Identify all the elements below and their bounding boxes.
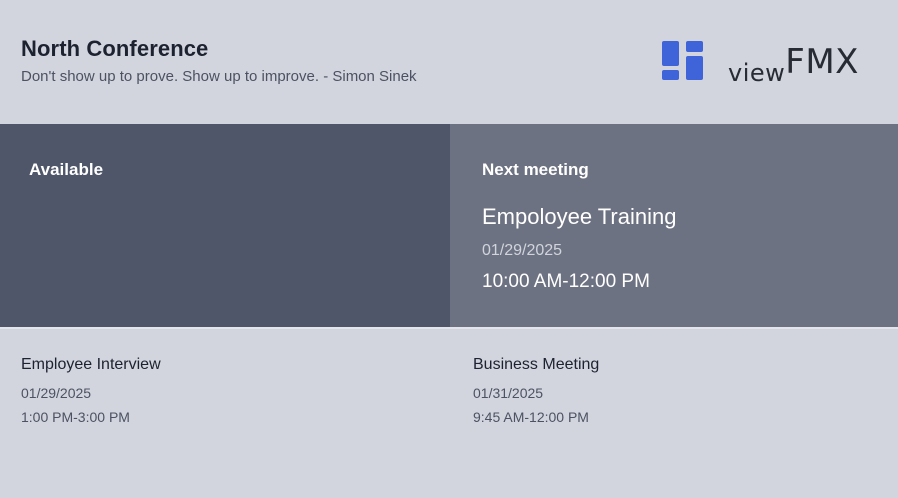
next-meeting-date: 01/29/2025 bbox=[482, 242, 563, 259]
upcoming-meeting-date: 01/31/2025 bbox=[473, 385, 544, 401]
logo-text-prefix: view bbox=[728, 59, 786, 87]
next-meeting-title: Empoloyee Training bbox=[482, 204, 677, 229]
dashboard-grid-icon bbox=[662, 41, 703, 81]
upcoming-meeting-date: 01/29/2025 bbox=[21, 385, 92, 401]
header: North Conference Don't show up to prove.… bbox=[0, 0, 898, 124]
upcoming-meeting: Business Meeting 01/31/2025 9:45 AM-12:0… bbox=[473, 356, 599, 425]
next-meeting-time: 10:00 AM-12:00 PM bbox=[482, 271, 650, 292]
logo-text-suffix: FMX bbox=[785, 42, 859, 82]
divider bbox=[0, 327, 898, 329]
upcoming-meeting-time: 1:00 PM-3:00 PM bbox=[21, 409, 130, 425]
quote-text: Don't show up to prove. Show up to impro… bbox=[21, 68, 417, 85]
logo-text: viewFMX bbox=[728, 42, 859, 87]
upcoming-meeting-title: Employee Interview bbox=[21, 356, 161, 373]
room-status-panel: Available bbox=[0, 124, 450, 328]
upcoming-meeting-title: Business Meeting bbox=[473, 356, 600, 373]
status-label: Available bbox=[29, 160, 104, 179]
upcoming-meeting-time: 9:45 AM-12:00 PM bbox=[473, 409, 589, 425]
room-name: North Conference bbox=[21, 36, 209, 61]
next-meeting-panel: Next meeting Empoloyee Training 01/29/20… bbox=[450, 124, 898, 328]
upcoming-meeting: Employee Interview 01/29/2025 1:00 PM-3:… bbox=[21, 356, 161, 425]
next-meeting-label: Next meeting bbox=[482, 160, 589, 179]
